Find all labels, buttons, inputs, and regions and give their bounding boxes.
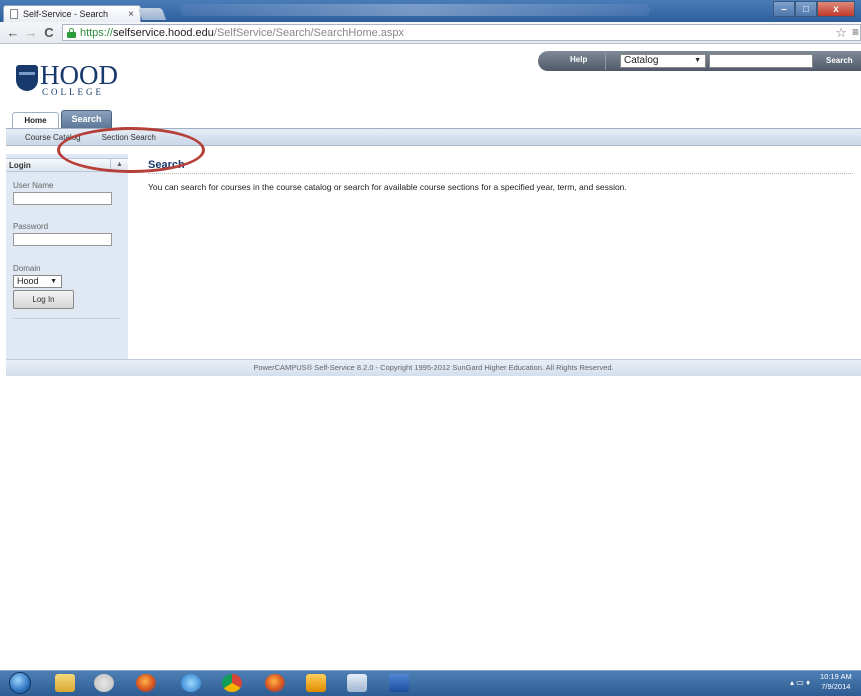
password-input[interactable] [13, 233, 112, 246]
footer: PowerCAMPUS® Self-Service 8.2.0 - Copyri… [6, 359, 861, 376]
window-title-blurred [180, 4, 650, 16]
page-icon [10, 9, 18, 19]
annotation-circle [57, 127, 205, 173]
tab-title: Self-Service - Search [23, 9, 109, 19]
internet-explorer-icon[interactable] [181, 674, 201, 692]
url-scheme: https:// [79, 26, 113, 39]
system-tray-icons[interactable]: ▴ ▭ ♦ [790, 678, 810, 687]
lock-icon [66, 27, 76, 38]
firefox-icon[interactable] [265, 674, 285, 692]
close-icon[interactable]: x [817, 1, 855, 17]
address-bar[interactable]: https:// selfservice.hood.edu /SelfServi… [61, 24, 861, 41]
browser-tab[interactable]: Self-Service - Search × [3, 5, 141, 22]
firefox-icon[interactable] [136, 674, 156, 692]
sidebar-divider [13, 318, 121, 319]
bookmark-star-icon[interactable]: ☆ [835, 25, 847, 41]
clock-date: 7/9/2014 [821, 682, 851, 691]
clock-time: 10:19 AM [820, 672, 852, 681]
title-divider [148, 173, 853, 174]
page-description: You can search for courses in the course… [148, 182, 627, 192]
minimize-icon[interactable]: – [773, 1, 795, 17]
explorer-icon[interactable] [55, 674, 75, 692]
username-label: User Name [13, 181, 54, 190]
menu-icon[interactable]: ≡ [852, 25, 859, 39]
username-input[interactable] [13, 192, 112, 205]
separator [605, 52, 606, 70]
domain-label: Domain [13, 264, 41, 273]
help-link[interactable]: Help [570, 55, 587, 64]
catalog-select-value: Catalog [624, 55, 659, 66]
domain-select[interactable]: Hood ▼ [13, 275, 62, 288]
domain-select-value: Hood [17, 276, 39, 286]
back-icon[interactable]: ← [4, 25, 22, 40]
taskbar-clock[interactable]: 10:19 AM 7/9/2014 [820, 672, 852, 692]
tab-home[interactable]: Home [12, 112, 59, 128]
hood-college-logo[interactable]: HOOD COLLEGE [16, 60, 126, 100]
forward-icon[interactable]: → [22, 25, 40, 40]
maximize-icon[interactable]: □ [795, 1, 817, 17]
login-button[interactable]: Log In [13, 290, 74, 309]
chevron-down-icon: ▼ [694, 57, 701, 64]
new-tab-button[interactable] [137, 8, 167, 20]
remote-desktop-icon[interactable] [347, 674, 367, 692]
chrome-icon[interactable] [222, 674, 242, 692]
top-search-button[interactable]: Search [826, 56, 853, 65]
browser-toolbar: ← → C https:// selfservice.hood.edu /Sel… [0, 22, 861, 44]
logo-subtitle: COLLEGE [42, 87, 104, 97]
taskbar [0, 670, 861, 696]
top-search-input[interactable] [709, 54, 813, 68]
media-player-icon[interactable] [94, 674, 114, 692]
tab-search[interactable]: Search [61, 110, 112, 128]
reload-icon[interactable]: C [40, 25, 58, 40]
catalog-select[interactable]: Catalog ▼ [620, 54, 706, 68]
url-host: selfservice.hood.edu [112, 26, 214, 39]
start-button[interactable] [9, 672, 31, 694]
word-icon[interactable] [389, 674, 409, 692]
shield-icon [16, 65, 38, 91]
chevron-down-icon: ▼ [50, 278, 57, 285]
login-title: Login [9, 161, 31, 170]
tab-close-icon[interactable]: × [128, 9, 134, 20]
window-controls: – □ x [773, 1, 855, 17]
outlook-icon[interactable] [306, 674, 326, 692]
password-label: Password [13, 222, 49, 231]
url-path: /SelfService/Search/SearchHome.aspx [213, 26, 405, 39]
